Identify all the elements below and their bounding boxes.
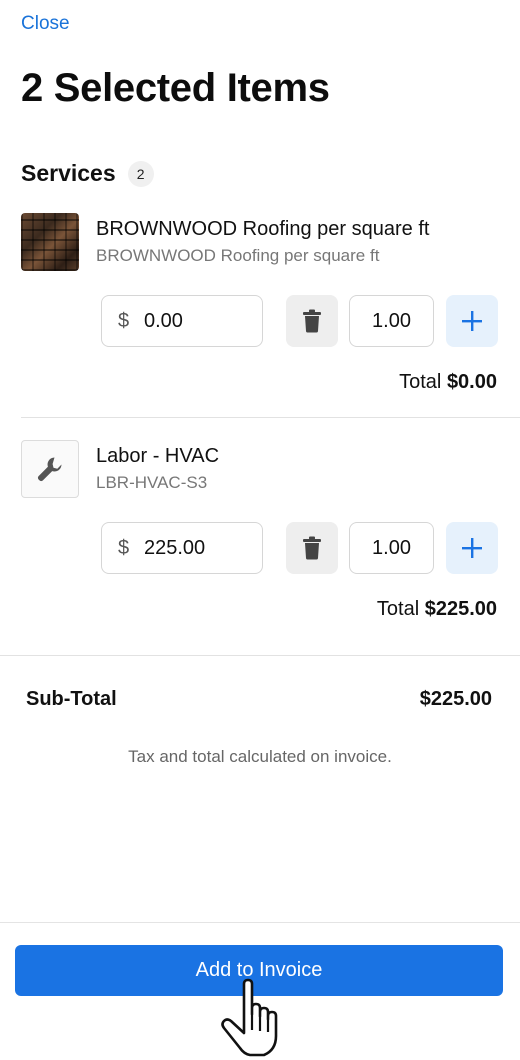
total-amount: $0.00: [446, 371, 497, 393]
price-value: 0.00: [144, 309, 183, 332]
selected-items-screen: Close 2 Selected Items Services 2 BROWNW…: [0, 0, 520, 1060]
services-section-header: Services 2: [21, 160, 154, 187]
close-button[interactable]: Close: [21, 13, 70, 35]
total-amount: $225.00: [424, 598, 497, 620]
item-total: Total $0.00: [399, 371, 497, 394]
delete-button[interactable]: [286, 522, 338, 574]
total-label: Total: [376, 598, 420, 620]
count-badge: 2: [127, 160, 154, 187]
item-subtitle: BROWNWOOD Roofing per square ft: [96, 246, 380, 265]
price-value: 225.00: [144, 536, 206, 559]
item-name: Labor - HVAC: [96, 445, 220, 467]
section-title: Services: [21, 160, 116, 186]
trash-icon: [303, 536, 321, 560]
roof-shingles-image: [21, 213, 79, 271]
increment-button[interactable]: [446, 295, 498, 347]
quantity-input[interactable]: 1.00: [349, 522, 434, 574]
subtotal-label: Sub-Total: [26, 688, 117, 710]
currency-symbol: $: [118, 536, 130, 559]
item-name: BROWNWOOD Roofing per square ft: [96, 218, 430, 240]
delete-button[interactable]: [286, 295, 338, 347]
divider: [0, 655, 520, 656]
subtotal-value: $225.00: [419, 688, 492, 710]
price-input[interactable]: $ 0.00: [101, 295, 263, 347]
plus-icon: [462, 538, 482, 558]
increment-button[interactable]: [446, 522, 498, 574]
tax-note: Tax and total calculated on invoice.: [128, 747, 392, 766]
plus-icon: [462, 311, 482, 331]
item-thumbnail: [21, 440, 79, 498]
currency-symbol: $: [118, 309, 130, 332]
wrench-icon: [37, 457, 62, 482]
item-subtitle: LBR-HVAC-S3: [96, 473, 208, 492]
item-total: Total $225.00: [377, 598, 497, 621]
trash-icon: [303, 309, 321, 333]
page-title: 2 Selected Items: [21, 66, 330, 110]
price-input[interactable]: $ 225.00: [101, 522, 263, 574]
divider: [21, 417, 520, 418]
quantity-input[interactable]: 1.00: [349, 295, 434, 347]
total-label: Total: [399, 371, 442, 393]
hand-pointer-icon: [221, 978, 278, 1057]
